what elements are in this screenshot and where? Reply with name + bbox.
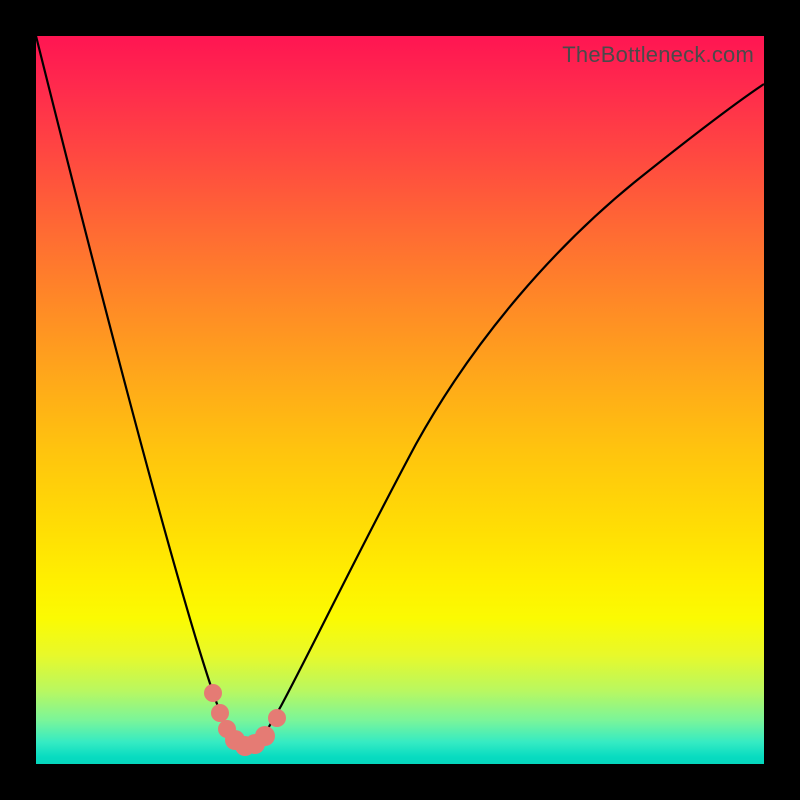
marker-group <box>204 684 286 756</box>
bottleneck-curve <box>36 36 764 748</box>
chart-frame: TheBottleneck.com <box>0 0 800 800</box>
curve-layer <box>36 36 764 764</box>
marker-dot <box>211 704 229 722</box>
marker-dot <box>255 726 275 746</box>
marker-dot <box>204 684 222 702</box>
plot-area: TheBottleneck.com <box>36 36 764 764</box>
marker-dot <box>268 709 286 727</box>
